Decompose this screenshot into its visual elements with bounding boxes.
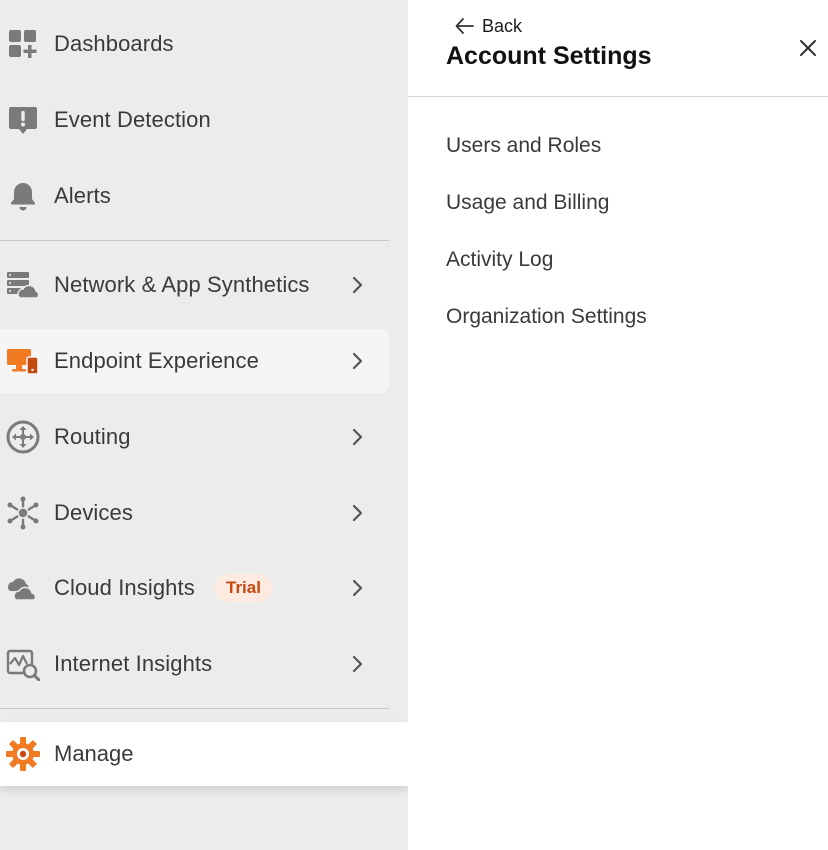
sidebar-divider <box>0 240 389 241</box>
sidebar-item-dashboards[interactable]: Dashboards <box>0 12 389 76</box>
page-title: Account Settings <box>446 42 652 70</box>
sidebar-item-routing[interactable]: Routing <box>0 405 389 469</box>
sidebar-item-network-app-synthetics[interactable]: Network & App Synthetics <box>0 253 389 317</box>
sidebar-item-internet-insights[interactable]: Internet Insights <box>0 632 389 696</box>
sidebar-item-alerts[interactable]: Alerts <box>0 164 389 228</box>
trial-badge: Trial <box>214 574 273 602</box>
link-usage-and-billing[interactable]: Usage and Billing <box>446 191 609 215</box>
sidebar-item-label: Dashboards <box>54 31 174 56</box>
chevron-right-icon <box>352 579 363 597</box>
arrow-left-icon <box>455 18 474 34</box>
sidebar-item-label: Event Detection <box>54 107 211 132</box>
sidebar-item-label: Alerts <box>54 183 111 208</box>
bell-icon <box>5 178 41 214</box>
panel-divider <box>408 96 828 97</box>
device-hub-icon <box>5 495 41 531</box>
sidebar-item-label: Endpoint Experience <box>54 348 259 373</box>
sidebar-item-event-detection[interactable]: Event Detection <box>0 88 389 152</box>
sidebar-item-manage[interactable]: Manage <box>0 722 408 786</box>
monitor-device-icon <box>5 343 41 379</box>
clouds-icon <box>5 570 41 606</box>
dashboard-add-icon <box>5 26 41 62</box>
chart-search-icon <box>5 646 41 682</box>
sidebar-item-label: Cloud Insights <box>54 575 195 600</box>
sidebar-item-label: Internet Insights <box>54 651 213 676</box>
server-cloud-icon <box>5 267 41 303</box>
sidebar-item-label: Routing <box>54 424 131 449</box>
back-label: Back <box>482 15 523 36</box>
sidebar-item-devices[interactable]: Devices <box>0 481 389 545</box>
chevron-right-icon <box>352 655 363 673</box>
chevron-right-icon <box>352 352 363 370</box>
back-button[interactable]: Back <box>454 12 522 40</box>
sidebar-item-label: Manage <box>54 741 134 766</box>
chevron-right-icon <box>352 504 363 522</box>
sidebar-item-label: Network & App Synthetics <box>54 272 310 297</box>
alert-exclamation-icon <box>5 102 41 138</box>
close-icon[interactable] <box>796 36 820 60</box>
link-activity-log[interactable]: Activity Log <box>446 248 553 272</box>
sidebar-item-cloud-insights[interactable]: Cloud Insights Trial <box>0 556 389 620</box>
sidebar-item-endpoint-experience[interactable]: Endpoint Experience <box>0 329 389 393</box>
account-settings-panel: Back Account Settings Users and Roles Us… <box>408 0 828 850</box>
routing-arrows-icon <box>5 419 41 455</box>
sidebar: Dashboards Event Detection Alerts Networ… <box>0 0 408 850</box>
sidebar-item-label: Devices <box>54 500 133 525</box>
gear-icon <box>5 736 41 772</box>
link-organization-settings[interactable]: Organization Settings <box>446 305 647 329</box>
chevron-right-icon <box>352 276 363 294</box>
sidebar-divider <box>0 708 389 709</box>
chevron-right-icon <box>352 428 363 446</box>
link-users-and-roles[interactable]: Users and Roles <box>446 134 601 158</box>
